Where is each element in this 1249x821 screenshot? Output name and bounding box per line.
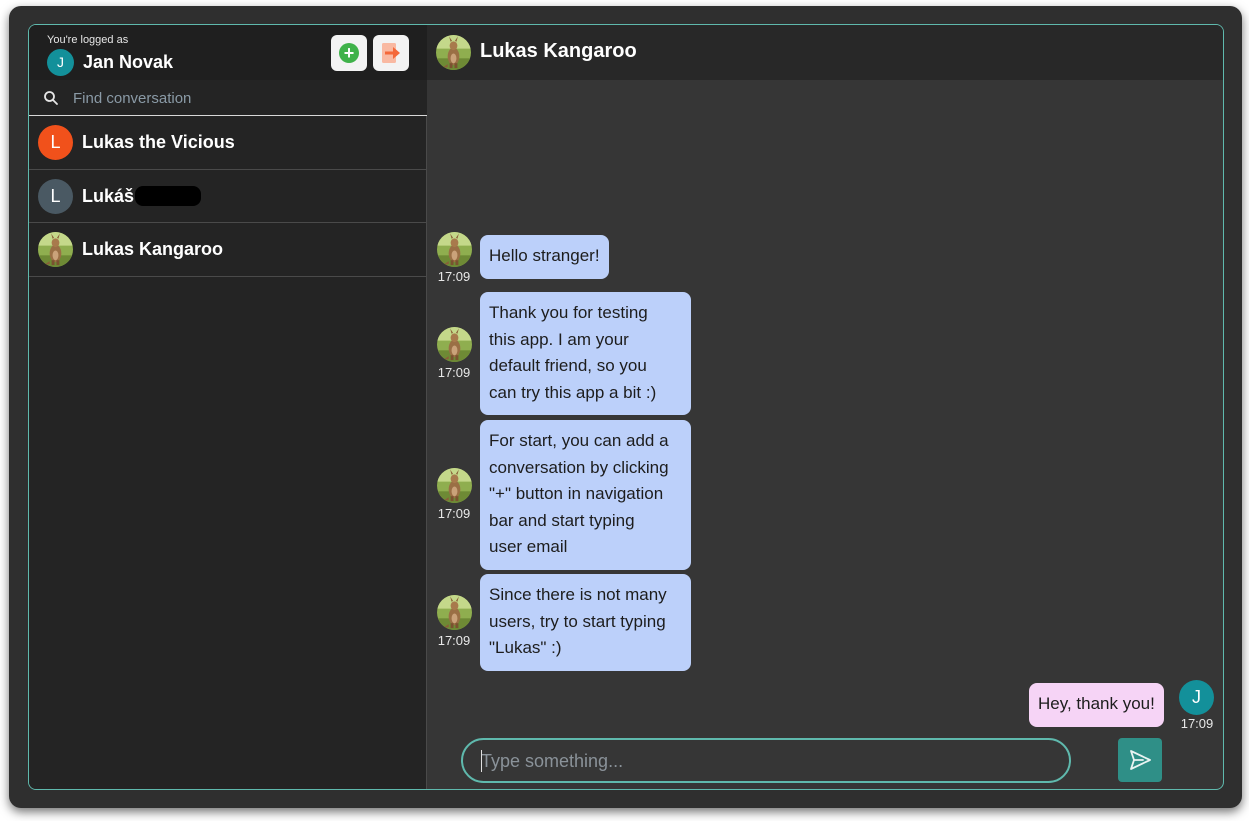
conversation-search [29,80,427,116]
send-button[interactable] [1118,738,1162,782]
message-input[interactable] [481,748,1051,774]
sidebar: You're logged as J Jan Novak + Find conv… [29,25,427,789]
message-text: user email [489,537,568,556]
message-text: Hello stranger! [489,246,600,265]
avatar: L [38,125,73,160]
chat-app: You're logged as J Jan Novak + Find conv… [28,24,1224,790]
message-bubble: For start, you can add a conversation by… [480,420,691,570]
message-time: 17:09 [1180,716,1214,731]
send-icon [1130,750,1151,770]
message-text: can try this app a bit :) [489,382,657,402]
contact-avatar [436,35,471,70]
message-avatar [437,327,472,362]
message-bubble: Hello stranger! [480,235,609,279]
redaction-mark [135,185,201,206]
conversation-list: L Lukas the Vicious L Lukáš Lukas Kangar… [29,116,427,277]
user-name: Jan Novak [83,52,174,72]
message-text: "+" button in navigation [489,484,664,503]
message-text: conversation by clicking [489,457,669,477]
chat-header: Lukas Kangaroo [427,25,1223,80]
user-avatar: J [47,49,74,76]
conversation-name: Lukas Kangaroo [82,239,224,259]
message-text: Hey, thank you! [1038,694,1155,713]
message-bubble: Since there is not many users, try to st… [480,574,691,671]
chat-title: Lukas Kangaroo [480,40,637,62]
message-avatar [437,595,472,630]
conversation-item[interactable]: L Lukas the Vicious [29,116,427,170]
kangaroo-avatar-image [436,35,471,70]
my-avatar: J [1179,680,1214,715]
message-text: this app. I am your [489,329,629,349]
logout-button[interactable] [373,35,409,71]
message-text: default friend, so you [489,356,647,375]
message-bubble: Thank you for testing this app. I am you… [480,292,691,415]
message-avatar [437,232,472,267]
message-text: bar and start typing [489,510,635,530]
message-composer [461,738,1071,783]
message-avatar [437,468,472,503]
logged-as-label: You're logged as [47,34,129,46]
message-text: Since there is not many [489,585,667,604]
conversation-name: Lukas the Vicious [82,132,235,152]
search-icon [44,91,58,105]
conversation-item[interactable]: L Lukáš [29,170,427,223]
text-caret [481,750,482,772]
message-text: "Lukas" :) [489,638,562,657]
message-time: 17:09 [437,506,471,521]
conversation-name: Lukáš [82,185,135,206]
message-text: Thank you for testing [489,303,648,322]
my-message-bubble: Hey, thank you! [1029,683,1164,727]
avatar [38,232,73,267]
message-time: 17:09 [437,633,471,648]
message-text: users, try to start typing [489,611,666,631]
message-time: 17:09 [437,269,471,284]
logout-icon [382,43,400,63]
plus-circle-icon: + [339,43,359,63]
sidebar-header: You're logged as J Jan Novak + [29,25,427,80]
avatar: L [38,178,73,214]
message-text: For start, you can add a [489,431,669,450]
kangaroo-avatar-image [38,232,73,267]
message-time: 17:09 [437,365,471,380]
add-conversation-button[interactable]: + [331,35,367,71]
search-input[interactable] [73,86,413,110]
conversation-item[interactable]: Lukas Kangaroo [29,223,427,277]
